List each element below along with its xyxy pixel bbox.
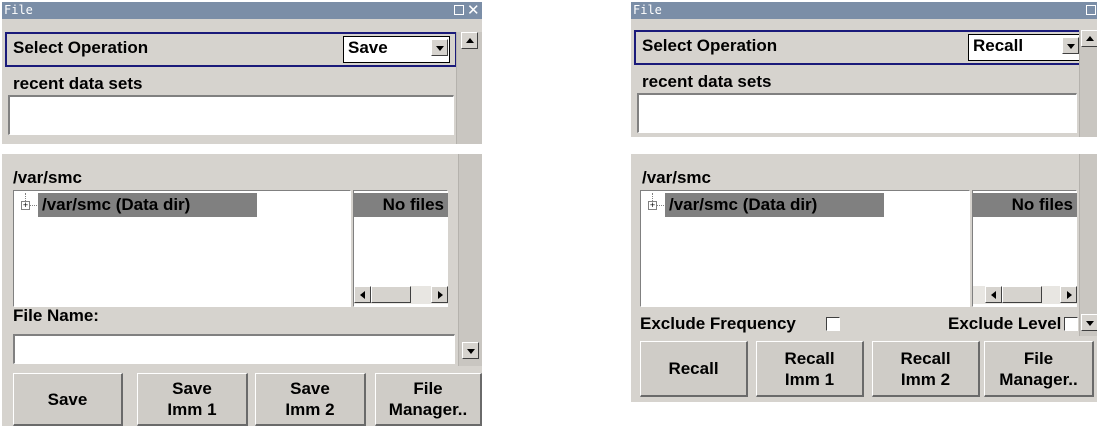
scroll-right-button[interactable] — [431, 286, 448, 303]
right-path-label: /var/smc — [642, 168, 711, 187]
scroll-up-button[interactable] — [461, 32, 478, 49]
close-icon[interactable]: ✕ — [467, 2, 480, 19]
right-exclude-frequency-label: Exclude Frequency — [640, 314, 796, 333]
right-recent-data-sets-list[interactable] — [637, 93, 1077, 133]
right-operation-dropdown-button[interactable] — [1062, 37, 1079, 54]
right-exclude-level-checkbox[interactable] — [1064, 317, 1078, 331]
right-bottom-panel: /var/smc + /var/smc (Data dir) No files … — [631, 154, 1097, 402]
left-file-name-input[interactable] — [13, 334, 455, 364]
left-directory-tree[interactable]: + /var/smc (Data dir) — [13, 190, 351, 307]
left-operation-select[interactable]: Save — [343, 36, 450, 63]
left-file-name-label: File Name: — [13, 306, 99, 325]
right-select-operation-label: Select Operation — [642, 36, 778, 55]
right-file-dialog: File Select Operation Recall recent data… — [631, 2, 1097, 402]
right-operation-select[interactable]: Recall — [968, 34, 1081, 61]
arrow-right-icon — [1067, 291, 1072, 299]
right-file-list[interactable]: No files — [972, 190, 1077, 307]
left-recent-data-sets-label: recent data sets — [13, 74, 143, 93]
tree-expand-icon[interactable]: + — [21, 201, 30, 210]
arrow-right-icon — [438, 291, 443, 299]
left-bottom-scrollbar[interactable] — [458, 154, 482, 366]
left-save-button[interactable]: Save — [13, 373, 123, 426]
scroll-thumb[interactable] — [1002, 286, 1042, 303]
right-recall-button[interactable]: Recall — [640, 341, 748, 397]
left-title-text: File — [4, 3, 33, 17]
arrow-down-icon — [1086, 321, 1094, 326]
right-recent-data-sets-label: recent data sets — [642, 72, 772, 91]
arrow-left-icon — [360, 291, 365, 299]
left-title-bar: File ✕ — [2, 2, 482, 19]
scroll-down-button[interactable] — [1081, 314, 1097, 331]
scroll-thumb[interactable] — [371, 286, 411, 303]
restore-icon[interactable] — [454, 5, 464, 15]
left-path-label: /var/smc — [13, 168, 82, 187]
arrow-up-icon — [466, 38, 474, 43]
left-file-manager-button[interactable]: File Manager.. — [375, 373, 482, 426]
right-title-text: File — [633, 3, 662, 17]
right-exclude-level-label: Exclude Level — [948, 314, 1062, 333]
right-operation-value: Recall — [973, 36, 1024, 55]
right-files-status: No files — [973, 193, 1077, 217]
scroll-down-button[interactable] — [462, 342, 479, 359]
chevron-down-icon — [436, 46, 444, 51]
right-exclude-frequency-checkbox[interactable] — [826, 317, 840, 331]
right-recall-imm2-button[interactable]: Recall Imm 2 — [872, 341, 980, 397]
left-top-scrollbar[interactable] — [456, 32, 482, 144]
scroll-right-button[interactable] — [1060, 286, 1077, 303]
left-operation-dropdown-button[interactable] — [431, 39, 448, 56]
left-file-list[interactable]: No files — [353, 190, 448, 307]
left-recent-data-sets-list[interactable] — [8, 95, 454, 135]
right-directory-tree[interactable]: + /var/smc (Data dir) — [640, 190, 970, 307]
chevron-down-icon — [1067, 44, 1075, 49]
left-top-panel: Select Operation Save recent data sets — [2, 19, 482, 144]
tree-expand-icon[interactable]: + — [648, 201, 657, 210]
left-operation-value: Save — [348, 38, 388, 57]
arrow-down-icon — [467, 349, 475, 354]
right-recall-imm1-button[interactable]: Recall Imm 1 — [756, 341, 864, 397]
right-top-scrollbar[interactable] — [1079, 30, 1097, 137]
left-tree-item-data-dir[interactable]: /var/smc (Data dir) — [38, 193, 257, 217]
restore-icon[interactable] — [1086, 5, 1096, 15]
left-files-status: No files — [354, 193, 448, 217]
tree-line — [657, 205, 664, 206]
right-top-panel: Select Operation Recall recent data sets — [631, 19, 1097, 137]
right-tree-item-data-dir[interactable]: /var/smc (Data dir) — [665, 193, 884, 217]
scroll-left-button[interactable] — [354, 286, 371, 303]
arrow-left-icon — [991, 291, 996, 299]
right-file-manager-button[interactable]: File Manager.. — [984, 341, 1094, 397]
left-bottom-panel: /var/smc + /var/smc (Data dir) No files … — [2, 154, 482, 426]
tree-line — [30, 205, 37, 206]
scroll-left-button[interactable] — [985, 286, 1002, 303]
left-save-imm1-button[interactable]: Save Imm 1 — [137, 373, 248, 426]
scroll-up-button[interactable] — [1081, 30, 1097, 47]
arrow-up-icon — [1086, 36, 1094, 41]
left-file-list-hscrollbar[interactable] — [354, 286, 448, 304]
left-file-dialog: File ✕ Select Operation Save recent data… — [2, 2, 482, 426]
right-file-list-hscrollbar[interactable] — [973, 286, 1077, 304]
left-select-operation-label: Select Operation — [13, 38, 149, 57]
right-bottom-scrollbar[interactable] — [1079, 154, 1097, 336]
right-title-bar: File — [631, 2, 1097, 19]
left-save-imm2-button[interactable]: Save Imm 2 — [255, 373, 366, 426]
